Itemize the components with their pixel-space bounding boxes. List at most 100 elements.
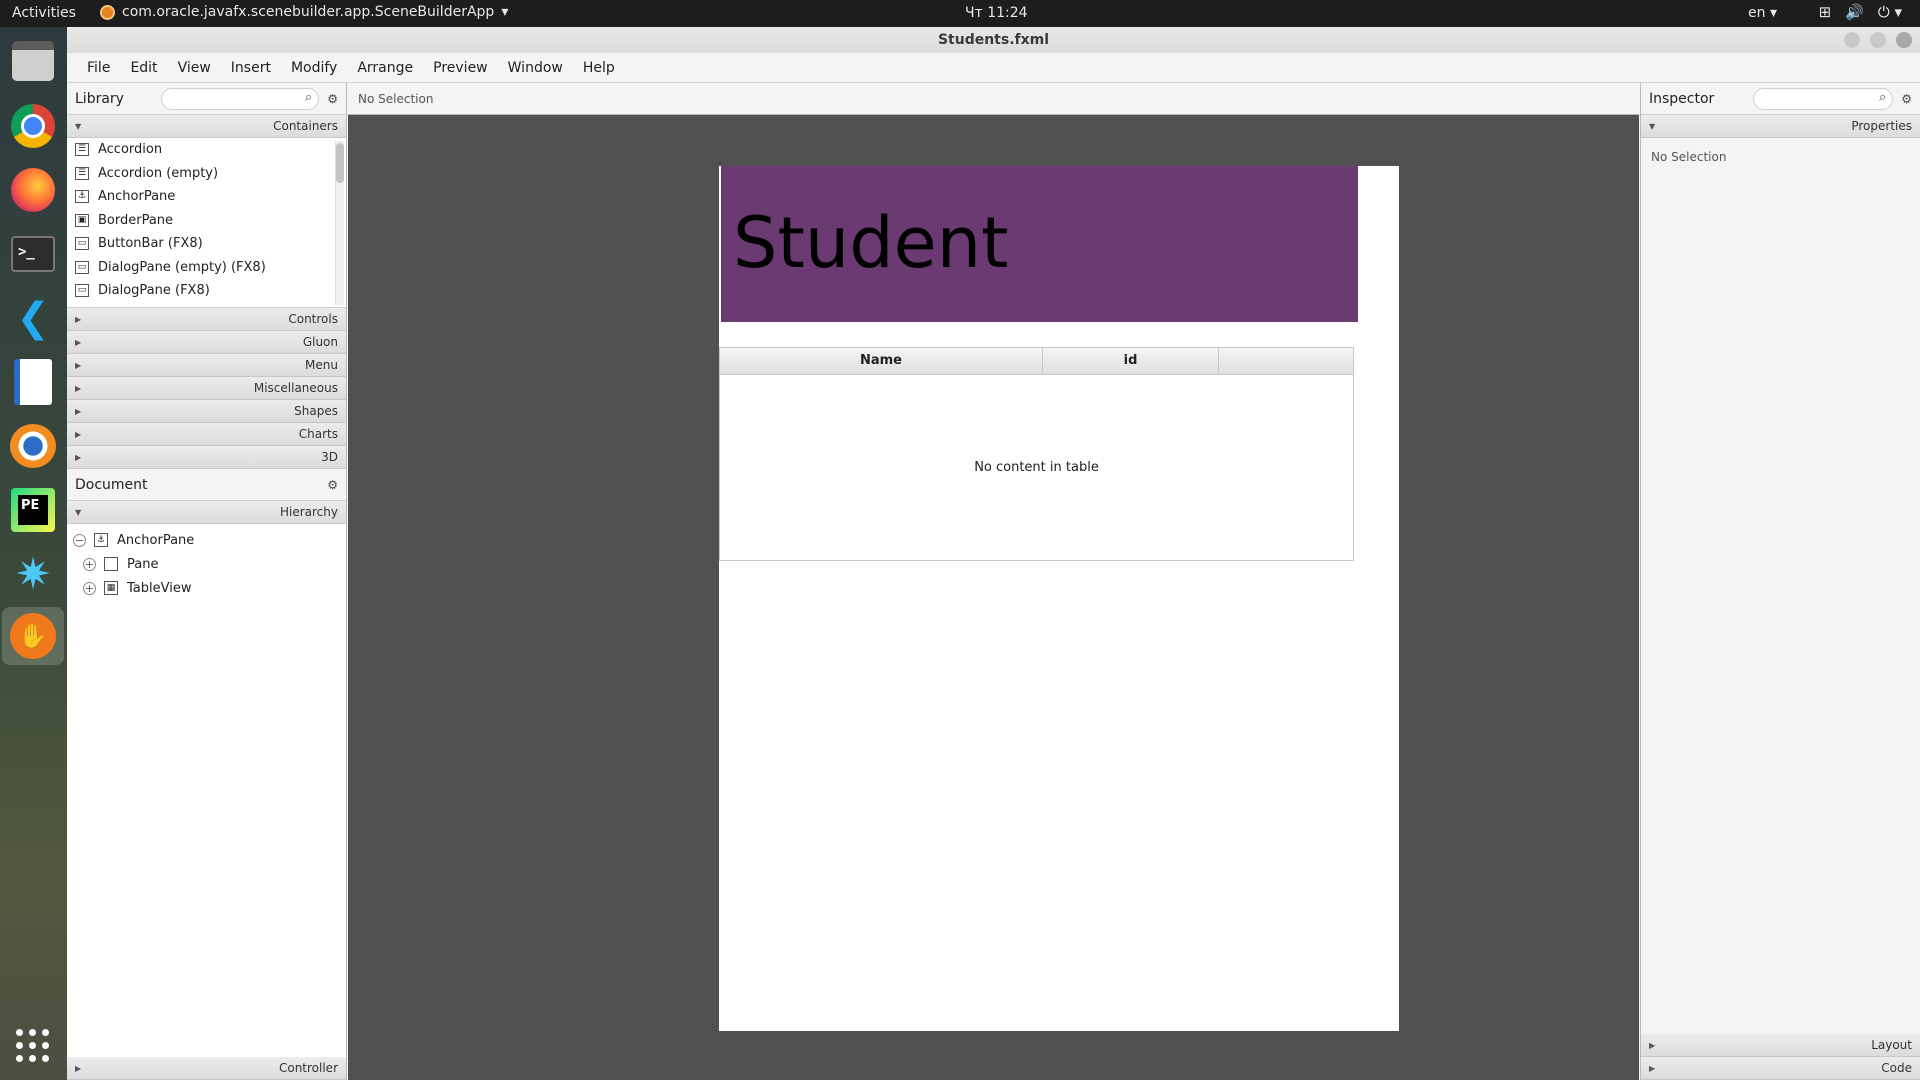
menu-bar: File Edit View Insert Modify Arrange Pre… [67,53,1920,83]
header-label[interactable]: Student [733,202,1009,284]
inspector-bottom-sections: ▶ Layout ▶ Code [1641,1034,1920,1080]
student-table[interactable]: Name id No content in table [719,347,1354,561]
menu-arrange[interactable]: Arrange [347,60,423,76]
section-miscellaneous[interactable]: ▶ Miscellaneous [67,377,346,400]
section-menu[interactable]: ▶ Menu [67,354,346,377]
menu-help[interactable]: Help [573,60,625,76]
menu-view[interactable]: View [168,60,221,76]
section-controls[interactable]: ▶ Controls [67,308,346,331]
section-layout[interactable]: ▶ Layout [1641,1034,1920,1057]
section-label: 3D [321,450,338,464]
section-code[interactable]: ▶ Code [1641,1057,1920,1080]
menu-window[interactable]: Window [498,60,573,76]
library-item-dialogpane-empty[interactable]: ▭ DialogPane (empty) (FX8) [67,256,346,280]
dock-item-writer[interactable] [9,358,57,406]
anchorpane-icon: ⚓ [75,190,89,204]
list-item-label: AnchorPane [98,189,176,205]
dialogpane-icon: ▭ [75,260,89,274]
chevron-right-icon: ▶ [75,360,82,370]
app-menu[interactable]: com.oracle.javafx.scenebuilder.app.Scene… [100,4,508,20]
expand-icon[interactable]: + [83,581,96,595]
menu-file[interactable]: File [77,60,120,76]
tree-item-label: Pane [127,556,159,572]
dock-item-chrome[interactable] [9,102,57,150]
chevron-down-icon: ▼ [75,121,82,131]
section-gluon[interactable]: ▶ Gluon [67,331,346,354]
section-charts[interactable]: ▶ Charts [67,423,346,446]
inspector-panel: Inspector ⌕ ⚙ ▼ Properties No Selection … [1640,83,1920,1080]
library-item-anchorpane[interactable]: ⚓ AnchorPane [67,185,346,209]
section-label: Controller [278,1061,338,1075]
dock-item-firefox[interactable] [9,166,57,214]
design-canvas[interactable]: Student Name id No content in table [719,166,1399,1031]
dock-item-pycharm[interactable]: PE [9,486,57,534]
dock-item-splash[interactable]: ✷ [9,551,57,599]
library-item-borderpane[interactable]: ▣ BorderPane [67,209,346,233]
tree-item-anchorpane[interactable]: − ⚓ AnchorPane [67,528,346,552]
chevron-right-icon: ▶ [75,429,82,439]
window-titlebar[interactable]: Students.fxml [67,27,1920,53]
inspector-gear-icon[interactable]: ⚙ [1901,92,1912,106]
library-scrollbar[interactable] [335,141,344,305]
section-hierarchy[interactable]: ▼ Hierarchy [67,501,346,524]
column-header-id[interactable]: id [1043,348,1219,374]
tree-item-label: AnchorPane [117,532,195,548]
library-item-accordion-empty[interactable]: ☰ Accordion (empty) [67,162,346,186]
section-3d[interactable]: ▶ 3D [67,446,346,469]
library-gear-icon[interactable]: ⚙ [327,92,338,106]
power-icon: ⏻ ▾ [1877,3,1902,21]
menu-preview[interactable]: Preview [423,60,498,76]
library-item-accordion[interactable]: ☰ Accordion [67,138,346,162]
pycharm-icon: PE [11,488,55,532]
library-item-buttonbar[interactable]: ▭ ButtonBar (FX8) [67,232,346,256]
section-label: Miscellaneous [253,381,338,395]
document-gear-icon[interactable]: ⚙ [327,478,338,492]
dock-item-scenebuilder[interactable]: ✋ [2,607,64,665]
dock-item-files[interactable] [9,37,57,85]
dialogpane-icon: ▭ [75,284,89,298]
section-controller[interactable]: ▶ Controller [67,1057,346,1080]
section-label: Hierarchy [279,505,338,519]
table-placeholder: No content in table [974,460,1099,475]
menu-edit[interactable]: Edit [120,60,167,76]
show-applications-button[interactable] [9,1022,57,1070]
library-search-input[interactable]: ⌕ [161,87,320,110]
chevron-right-icon: ▶ [75,383,82,393]
language-indicator[interactable]: en ▾ [1748,5,1777,21]
hierarchy-tree: − ⚓ AnchorPane + Pane + ▦ TableView [67,524,346,1080]
clock[interactable]: Чт 11:24 [965,5,1028,21]
window-controls [1844,32,1912,48]
list-item-label: DialogPane (FX8) [98,283,210,299]
collapse-icon[interactable]: − [73,533,86,547]
dock-item-vscode[interactable]: ❮ [9,294,57,342]
maximize-button[interactable] [1870,32,1886,48]
column-header-name[interactable]: Name [720,348,1043,374]
activities-button[interactable]: Activities [12,5,76,21]
section-containers[interactable]: ▼ Containers [67,115,346,138]
tree-item-tableview[interactable]: + ▦ TableView [67,576,346,600]
close-button[interactable] [1896,32,1912,48]
library-item-dialogpane[interactable]: ▭ DialogPane (FX8) [67,279,346,303]
menu-modify[interactable]: Modify [281,60,347,76]
section-label: Code [1881,1061,1912,1075]
inspector-selection-text: No Selection [1651,150,1727,164]
section-label: Controls [288,312,338,326]
scrollbar-thumb[interactable] [336,143,344,183]
minimize-button[interactable] [1844,32,1860,48]
header-pane[interactable]: Student [721,166,1358,322]
app-menu-label: com.oracle.javafx.scenebuilder.app.Scene… [122,4,495,20]
tableview-icon: ▦ [104,581,118,595]
properties-body: No Selection [1641,138,1920,1038]
menu-insert[interactable]: Insert [221,60,281,76]
section-shapes[interactable]: ▶ Shapes [67,400,346,423]
scenebuilder-window: Students.fxml File Edit View Insert Modi… [67,27,1920,1080]
inspector-search-input[interactable]: ⌕ [1753,87,1894,110]
section-properties[interactable]: ▼ Properties [1641,115,1920,138]
dock-item-terminal[interactable]: >_ [9,230,57,278]
system-tray[interactable]: ⊞ 🔊 ⏻ ▾ [1819,3,1902,21]
expand-icon[interactable]: + [83,557,96,571]
list-item-label: Accordion (empty) [98,165,219,181]
section-label: Gluon [302,335,338,349]
dock-item-blender[interactable] [9,422,57,470]
tree-item-pane[interactable]: + Pane [67,552,346,576]
